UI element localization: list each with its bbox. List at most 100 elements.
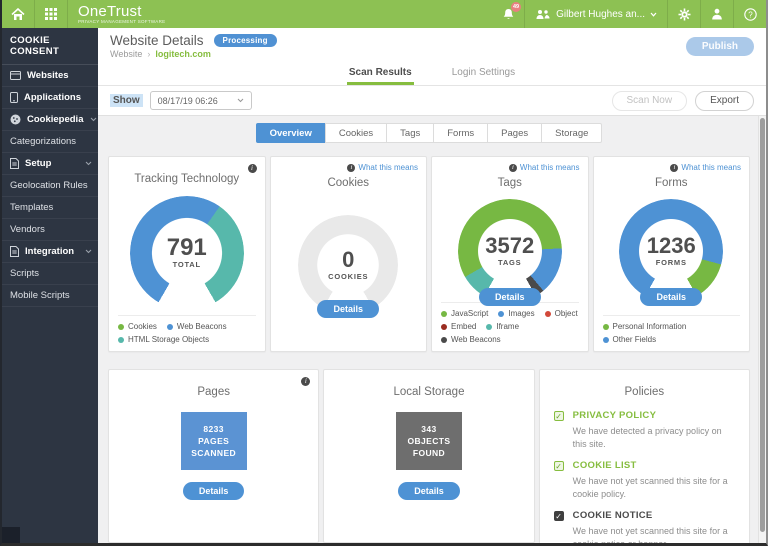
details-button[interactable]: Details	[317, 300, 379, 318]
policy-item-privacy-policy: PRIVACY POLICY We have detected a privac…	[554, 410, 733, 450]
policy-description: We have not yet scanned this site for a …	[573, 475, 733, 500]
scan-date-select[interactable]: 08/17/19 06:26	[150, 91, 252, 110]
settings-button[interactable]	[668, 0, 700, 28]
status-badge: Processing	[214, 34, 277, 47]
sidebar-item-vendors[interactable]: Vendors	[2, 219, 98, 241]
legend: JavaScript Images Object Embed Iframe We…	[441, 302, 579, 344]
show-label: Show	[110, 94, 143, 107]
policy-label: COOKIE NOTICE	[573, 510, 653, 521]
what-this-means-link[interactable]: iWhat this means	[509, 163, 580, 172]
notification-count-badge: 49	[511, 2, 521, 12]
info-icon: i	[670, 164, 678, 172]
legend: Personal Information Other Fields	[603, 315, 741, 344]
sidebar-item-mobile-scripts[interactable]: Mobile Scripts	[2, 285, 98, 307]
policy-label: PRIVACY POLICY	[573, 410, 657, 421]
brand-logo: OneTrust PRIVACY MANAGEMENT SOFTWARE	[68, 0, 165, 28]
sidebar-item-scripts[interactable]: Scripts	[2, 263, 98, 285]
notifications-button[interactable]: 49	[492, 0, 524, 28]
page-header: Website Details Processing Website › log…	[98, 28, 766, 62]
publish-button[interactable]: Publish	[686, 37, 754, 56]
policy-description: We have detected a privacy policy on thi…	[573, 425, 733, 450]
policy-description: We have not yet scanned this site for a …	[573, 525, 733, 543]
cookie-icon	[10, 114, 21, 125]
info-icon[interactable]: i	[248, 164, 257, 173]
sidebar-item-cookiepedia[interactable]: Cookiepedia	[2, 109, 98, 131]
question-icon: ?	[744, 8, 757, 21]
details-button[interactable]: Details	[398, 482, 460, 500]
home-button[interactable]	[2, 0, 34, 28]
legend-item: Other Fields	[603, 335, 657, 344]
document-icon	[10, 158, 19, 169]
checkbox-checked-icon	[554, 461, 564, 471]
subtab-overview[interactable]: Overview	[256, 123, 326, 143]
card-title: Local Storage	[394, 386, 465, 398]
legend-dot	[486, 324, 492, 330]
legend-dot	[603, 337, 609, 343]
export-button[interactable]: Export	[695, 91, 754, 111]
sidebar-item-categorizations[interactable]: Categorizations	[2, 131, 98, 153]
card-pages: i Pages 8233 PAGES SCANNED Details	[108, 369, 319, 543]
subtab-pages[interactable]: Pages	[487, 123, 542, 143]
legend-dot	[545, 311, 551, 317]
sidebar-header: COOKIE CONSENT	[2, 28, 98, 65]
checkbox-checked-icon	[554, 511, 564, 521]
subtab-tags[interactable]: Tags	[386, 123, 434, 143]
legend-item: Web Beacons	[441, 335, 501, 344]
scan-now-button[interactable]: Scan Now	[612, 91, 688, 111]
legend-dot	[441, 337, 447, 343]
chevron-down-icon	[85, 249, 92, 254]
main-area: Website Details Processing Website › log…	[98, 28, 766, 543]
details-button[interactable]: Details	[183, 482, 245, 500]
chevron-down-icon	[237, 98, 244, 103]
card-tracking-technology: i Tracking Technology 791 TOTAL Cookies …	[108, 156, 266, 352]
document-icon	[10, 246, 19, 257]
subtab-storage[interactable]: Storage	[541, 123, 602, 143]
sidebar-item-applications[interactable]: Applications	[2, 87, 98, 109]
card-title: Pages	[197, 386, 230, 398]
details-button[interactable]: Details	[640, 288, 702, 306]
what-this-means-link[interactable]: iWhat this means	[670, 163, 741, 172]
sidebar-item-geolocation-rules[interactable]: Geolocation Rules	[2, 175, 98, 197]
account-button[interactable]	[701, 0, 733, 28]
card-local-storage: Local Storage 343 OBJECTS FOUND Details	[323, 369, 534, 543]
card-title: Forms	[655, 177, 688, 189]
details-button[interactable]: Details	[479, 288, 541, 306]
app-switcher-button[interactable]	[35, 0, 67, 28]
card-title: Policies	[540, 386, 749, 398]
sidebar-item-integration[interactable]: Integration	[2, 241, 98, 263]
home-icon	[11, 8, 25, 21]
tabs-row: Scan Results Login Settings	[98, 62, 766, 86]
what-this-means-link[interactable]: iWhat this means	[347, 163, 418, 172]
user-menu[interactable]: Gilbert Hughes an...	[525, 0, 667, 28]
legend-item: Cookies	[118, 322, 157, 331]
info-icon: i	[347, 164, 355, 172]
sidebar-item-templates[interactable]: Templates	[2, 197, 98, 219]
help-button[interactable]: ?	[734, 0, 766, 28]
info-icon: i	[509, 164, 517, 172]
sidebar-item-setup[interactable]: Setup	[2, 153, 98, 175]
users-icon	[535, 9, 551, 20]
tab-login-settings[interactable]: Login Settings	[450, 62, 517, 85]
subtab-cookies[interactable]: Cookies	[325, 123, 387, 143]
card-title: Tracking Technology	[134, 173, 239, 185]
result-subtabs: Overview Cookies Tags Forms Pages Storag…	[108, 123, 750, 143]
legend-item: HTML Storage Objects	[118, 335, 209, 344]
gauge-value: 791	[167, 237, 207, 259]
legend-item: Web Beacons	[167, 322, 227, 331]
summary-cards-row: i Pages 8233 PAGES SCANNED Details Local…	[108, 369, 750, 543]
breadcrumb-parent[interactable]: Website	[110, 49, 142, 59]
sidebar-collapse-button[interactable]	[2, 527, 20, 543]
gauge-cards-row: i Tracking Technology 791 TOTAL Cookies …	[108, 156, 750, 352]
gauge-unit: COOKIES	[328, 272, 368, 281]
browser-icon	[10, 71, 21, 80]
sidebar-item-websites[interactable]: Websites	[2, 65, 98, 87]
info-icon[interactable]: i	[301, 377, 310, 386]
scrollbar-thumb[interactable]	[760, 118, 765, 532]
card-title: Cookies	[327, 177, 369, 189]
subtab-forms[interactable]: Forms	[433, 123, 488, 143]
card-tags: iWhat this means Tags 3572 TAGS Details …	[431, 156, 589, 352]
legend-item: Personal Information	[603, 322, 687, 331]
legend-dot	[498, 311, 504, 317]
tab-scan-results[interactable]: Scan Results	[347, 62, 414, 85]
chevron-down-icon	[85, 161, 92, 166]
